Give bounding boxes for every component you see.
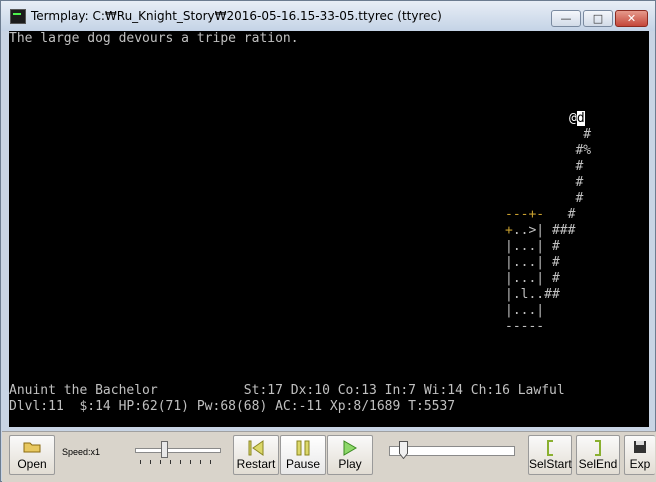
dog-glyph: d [576, 111, 585, 126]
map-row: # [505, 191, 584, 206]
map-row: ----- [505, 319, 545, 334]
player-glyph: @ [569, 111, 577, 126]
termplay-window: Termplay: C:₩Ru_Knight_Story₩2016-05-16.… [0, 0, 656, 482]
restart-label: Restart [236, 457, 276, 471]
map-row: ---+- # [505, 207, 575, 223]
map-row: |...| [505, 303, 545, 318]
title-bar[interactable]: Termplay: C:₩Ru_Knight_Story₩2016-05-16.… [1, 1, 655, 31]
status-line-1: Anuint the Bachelor St:17 Dx:10 Co:13 In… [9, 383, 565, 398]
status-line-2: Dlvl:11 $:14 HP:62(71) Pw:68(68) AC:-11 … [9, 399, 456, 414]
folder-icon [23, 440, 41, 456]
position-slider-thumb[interactable] [399, 441, 409, 459]
map-row: # [505, 159, 584, 174]
food-item-glyph: % [583, 143, 592, 158]
window-title: Termplay: C:₩Ru_Knight_Story₩2016-05-16.… [31, 9, 442, 23]
close-button[interactable]: ✕ [615, 10, 648, 27]
speed-slider-thumb[interactable] [161, 441, 169, 458]
selstart-label: SelStart [529, 457, 572, 471]
corridor-segment: # [505, 143, 584, 158]
minimize-button[interactable]: — [551, 10, 581, 27]
terminal-app-icon [10, 9, 26, 24]
map-row: |...| # [505, 255, 560, 270]
door-glyph: + [505, 223, 513, 238]
speed-label: Speed:x1 [62, 447, 101, 457]
speed-slider-track[interactable] [135, 448, 221, 453]
map-row: @d [569, 111, 585, 127]
map-row: #% [505, 143, 591, 159]
restart-button[interactable]: Restart [233, 435, 279, 475]
message-line: The large dog devours a tripe ration. [9, 31, 299, 46]
map-row: |.l..## [505, 287, 560, 302]
export-button[interactable]: Exp [624, 435, 655, 475]
map-row: +..>| ### [505, 223, 575, 239]
open-button[interactable]: Open [9, 435, 55, 475]
pause-button[interactable]: Pause [280, 435, 326, 475]
map-row: |...| # [505, 239, 560, 254]
map-row: |...| # [505, 271, 560, 286]
pause-label: Pause [285, 457, 321, 471]
map-row: # [505, 127, 592, 142]
maximize-button[interactable]: □ [583, 10, 613, 27]
room-top-wall: ---+- [505, 207, 545, 222]
terminal-screen: The large dog devours a tripe ration. @d… [9, 31, 649, 427]
corridor-segment: # [544, 207, 576, 222]
selend-label: SelEnd [578, 457, 618, 471]
selend-button[interactable]: SelEnd [576, 435, 620, 475]
playback-toolbar: Open Speed:x1 Restart Pause Play SelStar… [2, 431, 656, 482]
selstart-button[interactable]: SelStart [528, 435, 572, 475]
play-button[interactable]: Play [327, 435, 373, 475]
speed-slider-ticks [140, 460, 218, 464]
room-row: ..>| ### [512, 223, 576, 238]
save-icon [633, 440, 647, 457]
open-label: Open [17, 457, 47, 471]
map-row: # [505, 175, 584, 190]
play-label: Play [338, 457, 362, 471]
export-label: Exp [629, 457, 651, 471]
